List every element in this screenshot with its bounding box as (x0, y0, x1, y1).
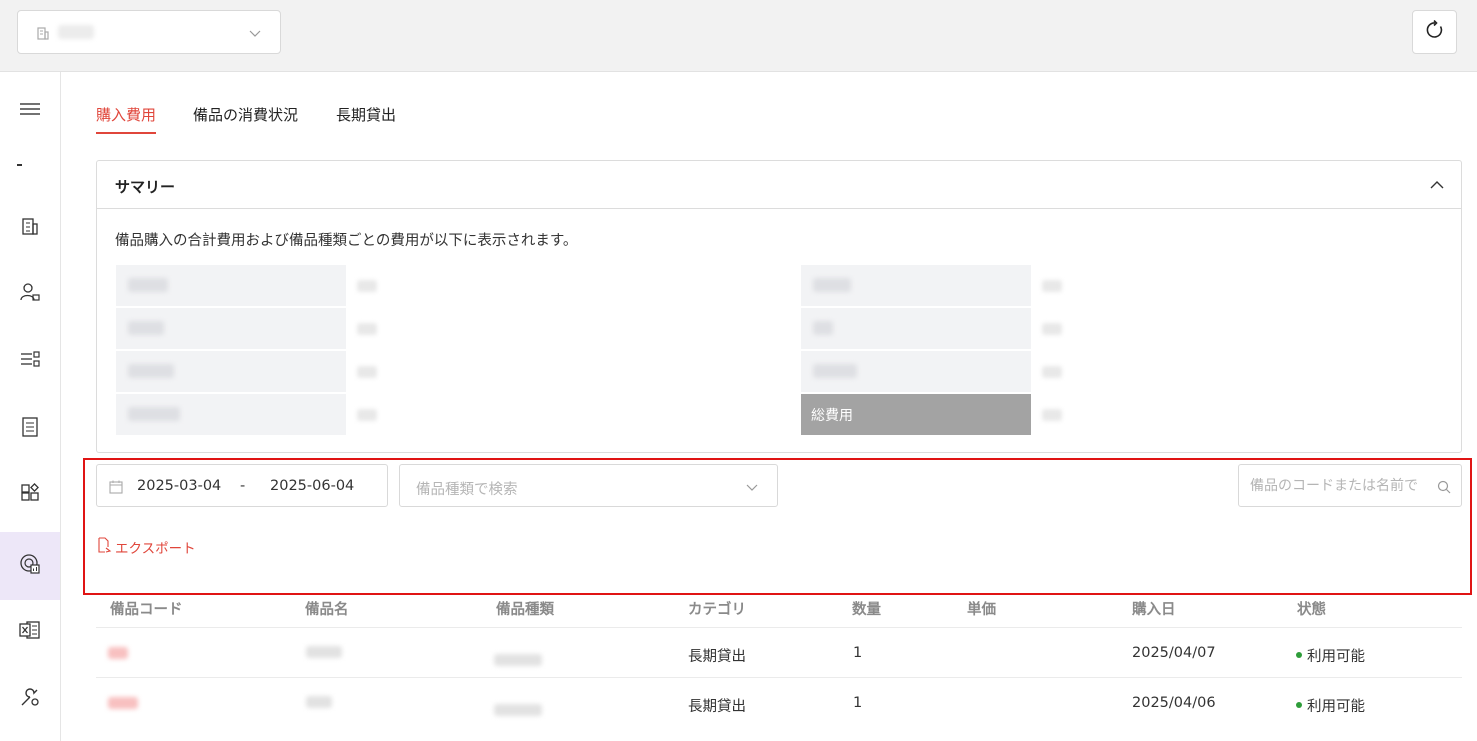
category-cell: 長期貸出 (688, 649, 746, 665)
tab-consumption-status[interactable]: 備品の消費状況 (193, 104, 298, 134)
total-cost-label: 総費用 (811, 408, 853, 424)
column-header-category[interactable]: カテゴリ (688, 598, 746, 619)
summary-label-cell (116, 265, 346, 306)
summary-panel: サマリー 備品購入の合計費用および備品種類ごとの費用が以下に表示されます。 総費… (96, 160, 1462, 453)
summary-description: 備品購入の合計費用および備品種類ごとの費用が以下に表示されます。 (115, 233, 578, 249)
organization-select[interactable] (17, 10, 281, 54)
sidebar-item-buildings[interactable] (0, 203, 60, 253)
excel-icon (19, 620, 41, 644)
sidebar-menu-toggle[interactable] (0, 86, 60, 136)
tools-icon (19, 686, 41, 712)
quantity-cell: 1 (853, 695, 863, 711)
equipment-name (306, 696, 332, 708)
organization-name (58, 25, 94, 39)
column-header-type[interactable]: 備品種類 (496, 598, 554, 619)
summary-label-cell (116, 394, 346, 435)
chevron-down-icon (248, 25, 262, 44)
chart-report-icon (19, 553, 41, 579)
equipment-name (306, 646, 342, 658)
quantity-cell: 1 (853, 645, 863, 661)
sidebar-item-documents[interactable] (0, 404, 60, 454)
summary-title: サマリー (115, 178, 176, 196)
building-icon (36, 25, 50, 44)
summary-label-cell (801, 308, 1031, 349)
status-label: 利用可能 (1307, 649, 1365, 665)
equipment-code[interactable] (108, 647, 128, 659)
sidebar-item-reports[interactable] (0, 532, 60, 600)
list-settings-icon (20, 349, 40, 373)
summary-label-cell (801, 351, 1031, 392)
status-badge: 利用可能 (1296, 645, 1365, 666)
column-header-unit-price[interactable]: 単価 (967, 598, 996, 619)
equipment-code[interactable] (108, 697, 138, 709)
summary-value (1042, 366, 1062, 378)
chevron-up-icon[interactable] (1429, 177, 1445, 197)
purchase-date-cell: 2025/04/07 (1132, 645, 1216, 661)
tab-long-term-loan[interactable]: 長期貸出 (336, 104, 396, 134)
column-header-name[interactable]: 備品名 (305, 598, 349, 619)
sidebar-item-users[interactable] (0, 269, 60, 319)
column-header-purchase-date[interactable]: 購入日 (1132, 598, 1176, 619)
summary-value (357, 280, 377, 292)
refresh-icon (1425, 19, 1445, 44)
summary-value (357, 323, 377, 335)
widgets-icon (20, 483, 40, 507)
top-bar (0, 0, 1477, 72)
menu-icon (19, 101, 41, 121)
summary-value (1042, 280, 1062, 292)
highlight-frame (83, 458, 1472, 595)
equipment-type (494, 654, 542, 666)
summary-label-cell (801, 265, 1031, 306)
summary-value (357, 366, 377, 378)
summary-label-cell (116, 351, 346, 392)
category-cell: 長期貸出 (688, 699, 746, 715)
sidebar (0, 72, 61, 741)
column-header-code[interactable]: 備品コード (110, 598, 183, 619)
equipment-type (494, 704, 542, 716)
purchase-date-cell: 2025/04/06 (1132, 695, 1216, 711)
status-dot (1296, 702, 1302, 708)
sidebar-item-excel[interactable] (0, 607, 60, 657)
sidebar-divider (17, 164, 22, 166)
summary-value (1042, 323, 1062, 335)
status-badge: 利用可能 (1296, 695, 1365, 716)
sidebar-item-tools[interactable] (0, 674, 60, 724)
summary-header[interactable]: サマリー (97, 161, 1461, 209)
total-cost-value (1042, 409, 1062, 421)
sidebar-item-widgets[interactable] (0, 470, 60, 520)
building-icon (20, 216, 40, 240)
status-label: 利用可能 (1307, 699, 1365, 715)
summary-value (357, 409, 377, 421)
tab-purchase-cost[interactable]: 購入費用 (96, 104, 157, 134)
table-row[interactable]: 長期貸出 1 2025/04/07 利用可能 (96, 627, 1462, 677)
refresh-button[interactable] (1412, 10, 1457, 54)
sidebar-item-settings-list[interactable] (0, 336, 60, 386)
column-header-status[interactable]: 状態 (1297, 598, 1326, 619)
table-row[interactable]: 長期貸出 1 2025/04/06 利用可能 (96, 677, 1462, 727)
summary-label-cell (116, 308, 346, 349)
user-lock-icon (20, 282, 40, 306)
document-list-icon (20, 417, 40, 441)
column-header-quantity[interactable]: 数量 (852, 598, 881, 619)
status-dot (1296, 652, 1302, 658)
summary-total-cell: 総費用 (801, 394, 1031, 435)
